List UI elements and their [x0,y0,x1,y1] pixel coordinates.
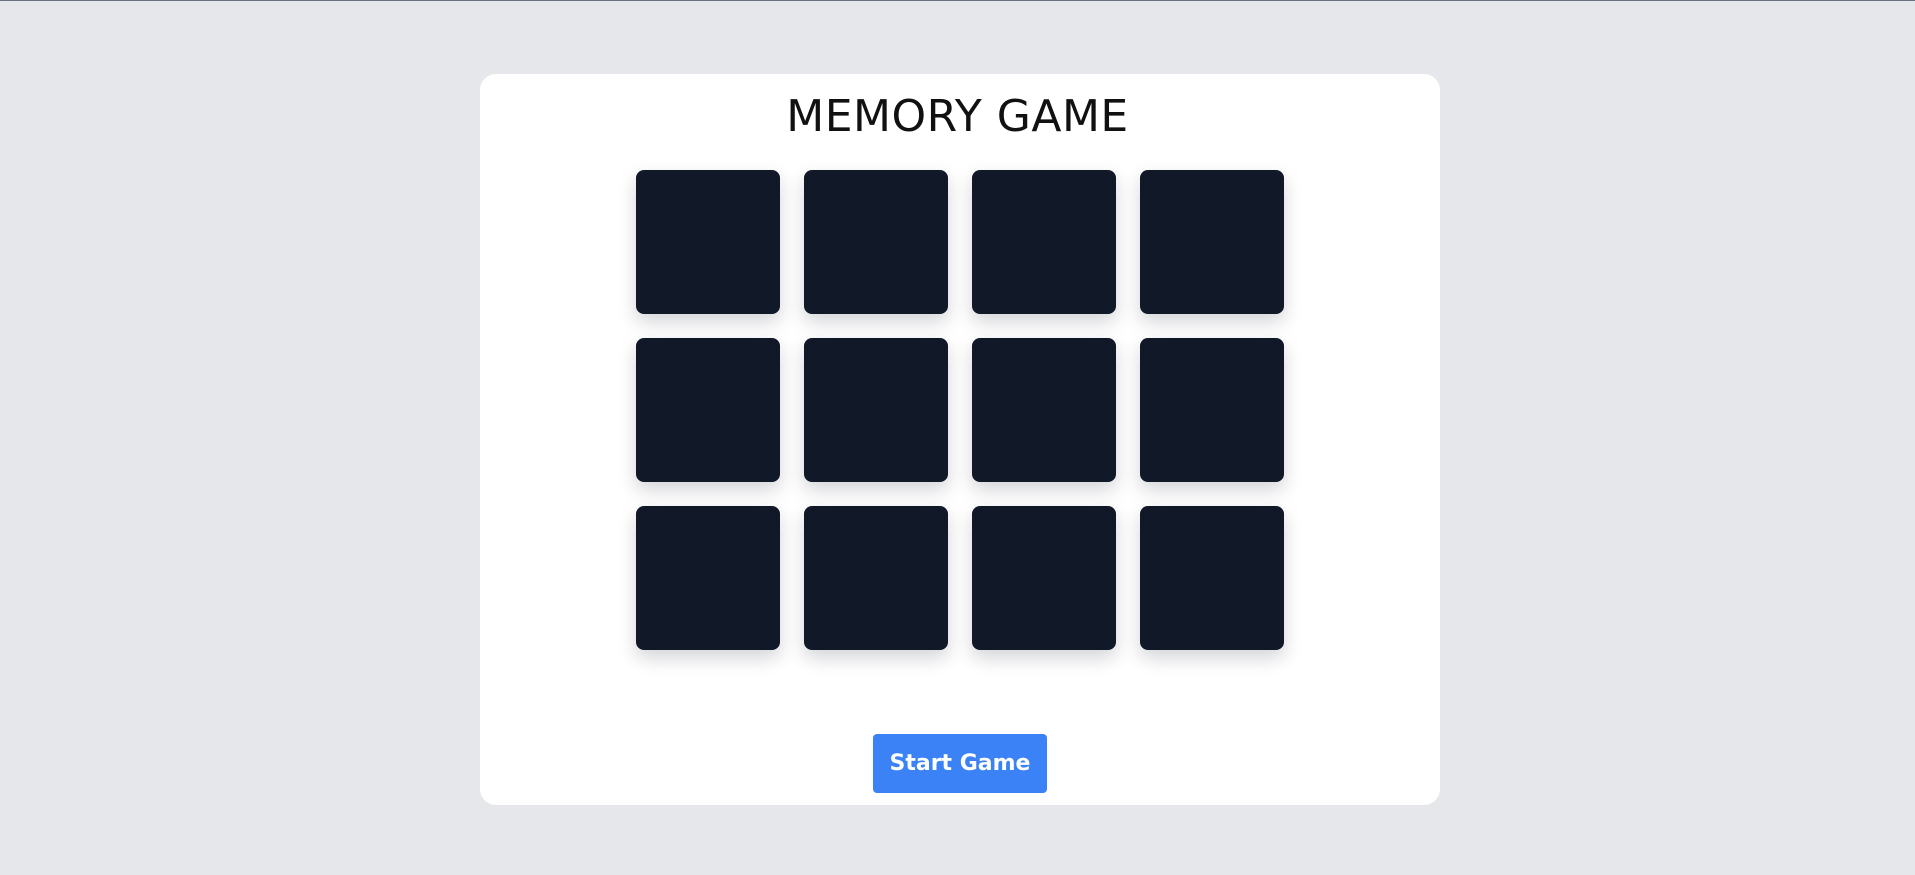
top-border-line [0,0,1915,1]
memory-card-9[interactable] [636,506,780,650]
memory-card-4[interactable] [1140,170,1284,314]
memory-card-10[interactable] [804,506,948,650]
memory-card-11[interactable] [972,506,1116,650]
memory-card-2[interactable] [804,170,948,314]
memory-game-page: { "game": { "title": "MEMORY GAME", "car… [0,0,1915,875]
memory-card-12[interactable] [1140,506,1284,650]
memory-card-1[interactable] [636,170,780,314]
memory-card-7[interactable] [972,338,1116,482]
memory-card-8[interactable] [1140,338,1284,482]
memory-card-6[interactable] [804,338,948,482]
game-title: MEMORY GAME [786,91,1129,142]
card-grid [636,170,1284,650]
start-game-button[interactable]: Start Game [873,734,1047,793]
memory-card-3[interactable] [972,170,1116,314]
memory-card-5[interactable] [636,338,780,482]
